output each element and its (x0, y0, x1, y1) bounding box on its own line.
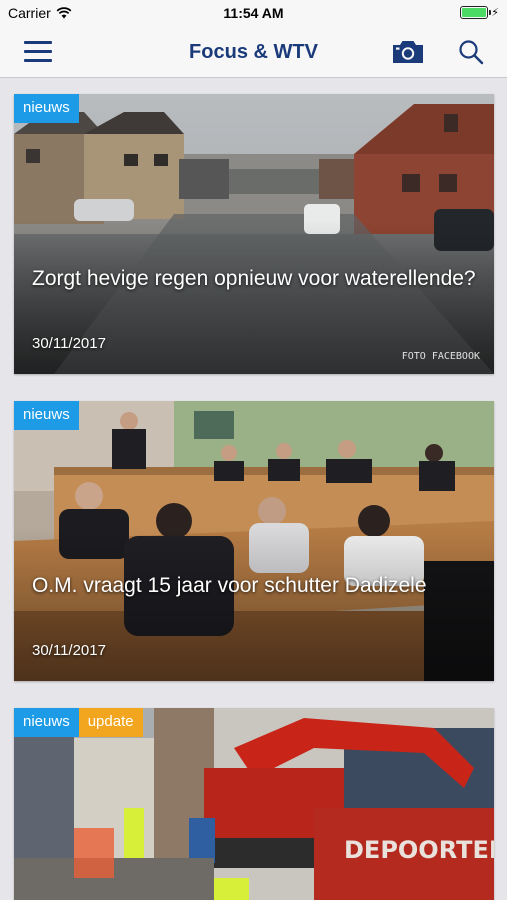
article-image (14, 401, 494, 681)
article-title: O.M. vraagt 15 jaar voor schutter Dadize… (32, 574, 427, 597)
article-date: 30/11/2017 (32, 642, 106, 659)
navigation-bar: Focus & WTV (0, 28, 507, 78)
photo-credit: FOTO FACEBOOK (401, 351, 480, 362)
app-title: Focus & WTV (189, 41, 318, 63)
search-icon[interactable] (458, 39, 484, 65)
tag-nieuws: nieuws (14, 708, 79, 737)
tag-list: nieuws (14, 401, 79, 430)
camera-icon[interactable] (391, 39, 425, 65)
article-title: Zorgt hevige regen opnieuw voor waterell… (32, 267, 476, 290)
news-card[interactable]: nieuws O.M. vraagt 15 jaar voor schutter… (14, 401, 494, 681)
battery-icon (460, 6, 492, 19)
battery-indicator: ⚡ (460, 6, 499, 19)
tag-nieuws: nieuws (14, 94, 79, 123)
status-time: 11:54 AM (223, 5, 284, 21)
tag-list: nieuws update (14, 708, 143, 737)
article-image (14, 94, 494, 374)
truck-label: DEPOORTER (344, 836, 494, 864)
news-card[interactable]: DEPOORTER nieuws update (14, 708, 494, 900)
tag-list: nieuws (14, 94, 79, 123)
news-card[interactable]: nieuws Zorgt hevige regen opnieuw voor w… (14, 94, 494, 374)
status-bar: Carrier 11:54 AM ⚡ (0, 0, 507, 28)
tag-nieuws: nieuws (14, 401, 79, 430)
tag-update: update (78, 708, 143, 737)
article-date: 30/11/2017 (32, 335, 106, 352)
charging-bolt-icon: ⚡ (491, 7, 499, 19)
